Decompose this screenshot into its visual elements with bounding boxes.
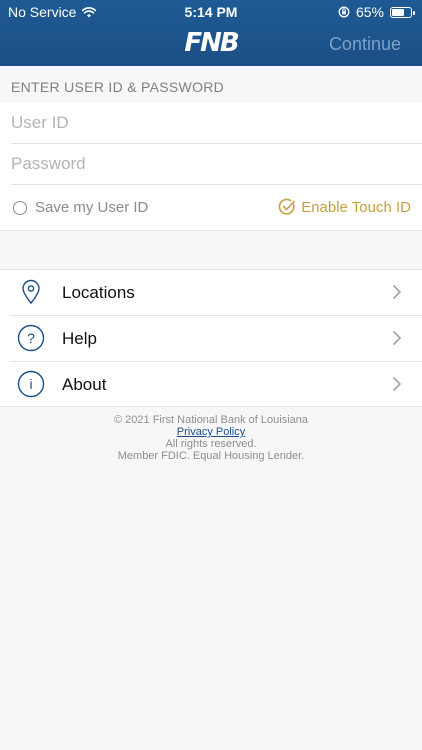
location-pin-icon bbox=[22, 279, 40, 305]
save-user-id-toggle[interactable]: Save my User ID bbox=[13, 199, 148, 216]
status-bar: No Service 5:14 PM 65% bbox=[0, 0, 422, 24]
svg-text:i: i bbox=[29, 376, 32, 392]
login-form: Save my User ID Enable Touch ID bbox=[0, 102, 422, 231]
member-fdic-text: Member FDIC. Equal Housing Lender. bbox=[117, 450, 305, 462]
battery-level bbox=[392, 8, 404, 16]
continue-button[interactable]: Continue bbox=[329, 34, 401, 55]
radio-icon bbox=[13, 200, 27, 215]
menu-item-label: Help bbox=[62, 329, 97, 348]
svg-text:?: ? bbox=[27, 330, 35, 346]
footer: © 2021 First National Bank of Louisiana … bbox=[0, 414, 422, 462]
menu-item-about[interactable]: i About bbox=[0, 362, 422, 407]
app-header: No Service 5:14 PM 65% FNB Continue bbox=[0, 0, 422, 66]
question-circle-icon: ? bbox=[17, 324, 45, 352]
menu-list: Locations ? Help i About bbox=[0, 269, 422, 407]
orientation-lock-icon bbox=[338, 6, 350, 18]
chevron-right-icon bbox=[393, 285, 401, 299]
battery-icon bbox=[390, 6, 415, 18]
menu-item-label: About bbox=[62, 375, 107, 394]
info-circle-icon: i bbox=[17, 370, 45, 398]
menu-item-locations[interactable]: Locations bbox=[0, 270, 422, 315]
enable-touch-id-button[interactable]: Enable Touch ID bbox=[278, 198, 411, 216]
save-user-id-label: Save my User ID bbox=[35, 199, 149, 216]
check-circle-icon bbox=[278, 198, 295, 215]
copyright-text: © 2021 First National Bank of Louisiana bbox=[114, 414, 308, 426]
privacy-policy-link[interactable]: Privacy Policy bbox=[177, 426, 245, 438]
menu-item-label: Locations bbox=[62, 283, 135, 302]
battery-percent: 65% bbox=[355, 4, 384, 20]
login-section-title: ENTER USER ID & PASSWORD bbox=[11, 79, 225, 95]
password-input[interactable] bbox=[11, 144, 422, 185]
rights-text: All rights reserved. bbox=[165, 438, 257, 450]
touch-id-label: Enable Touch ID bbox=[301, 198, 411, 216]
chevron-right-icon bbox=[393, 331, 401, 345]
status-right: 65% bbox=[338, 4, 415, 20]
user-id-input[interactable] bbox=[11, 103, 422, 144]
chevron-right-icon bbox=[393, 377, 401, 391]
menu-item-help[interactable]: ? Help bbox=[0, 316, 422, 361]
